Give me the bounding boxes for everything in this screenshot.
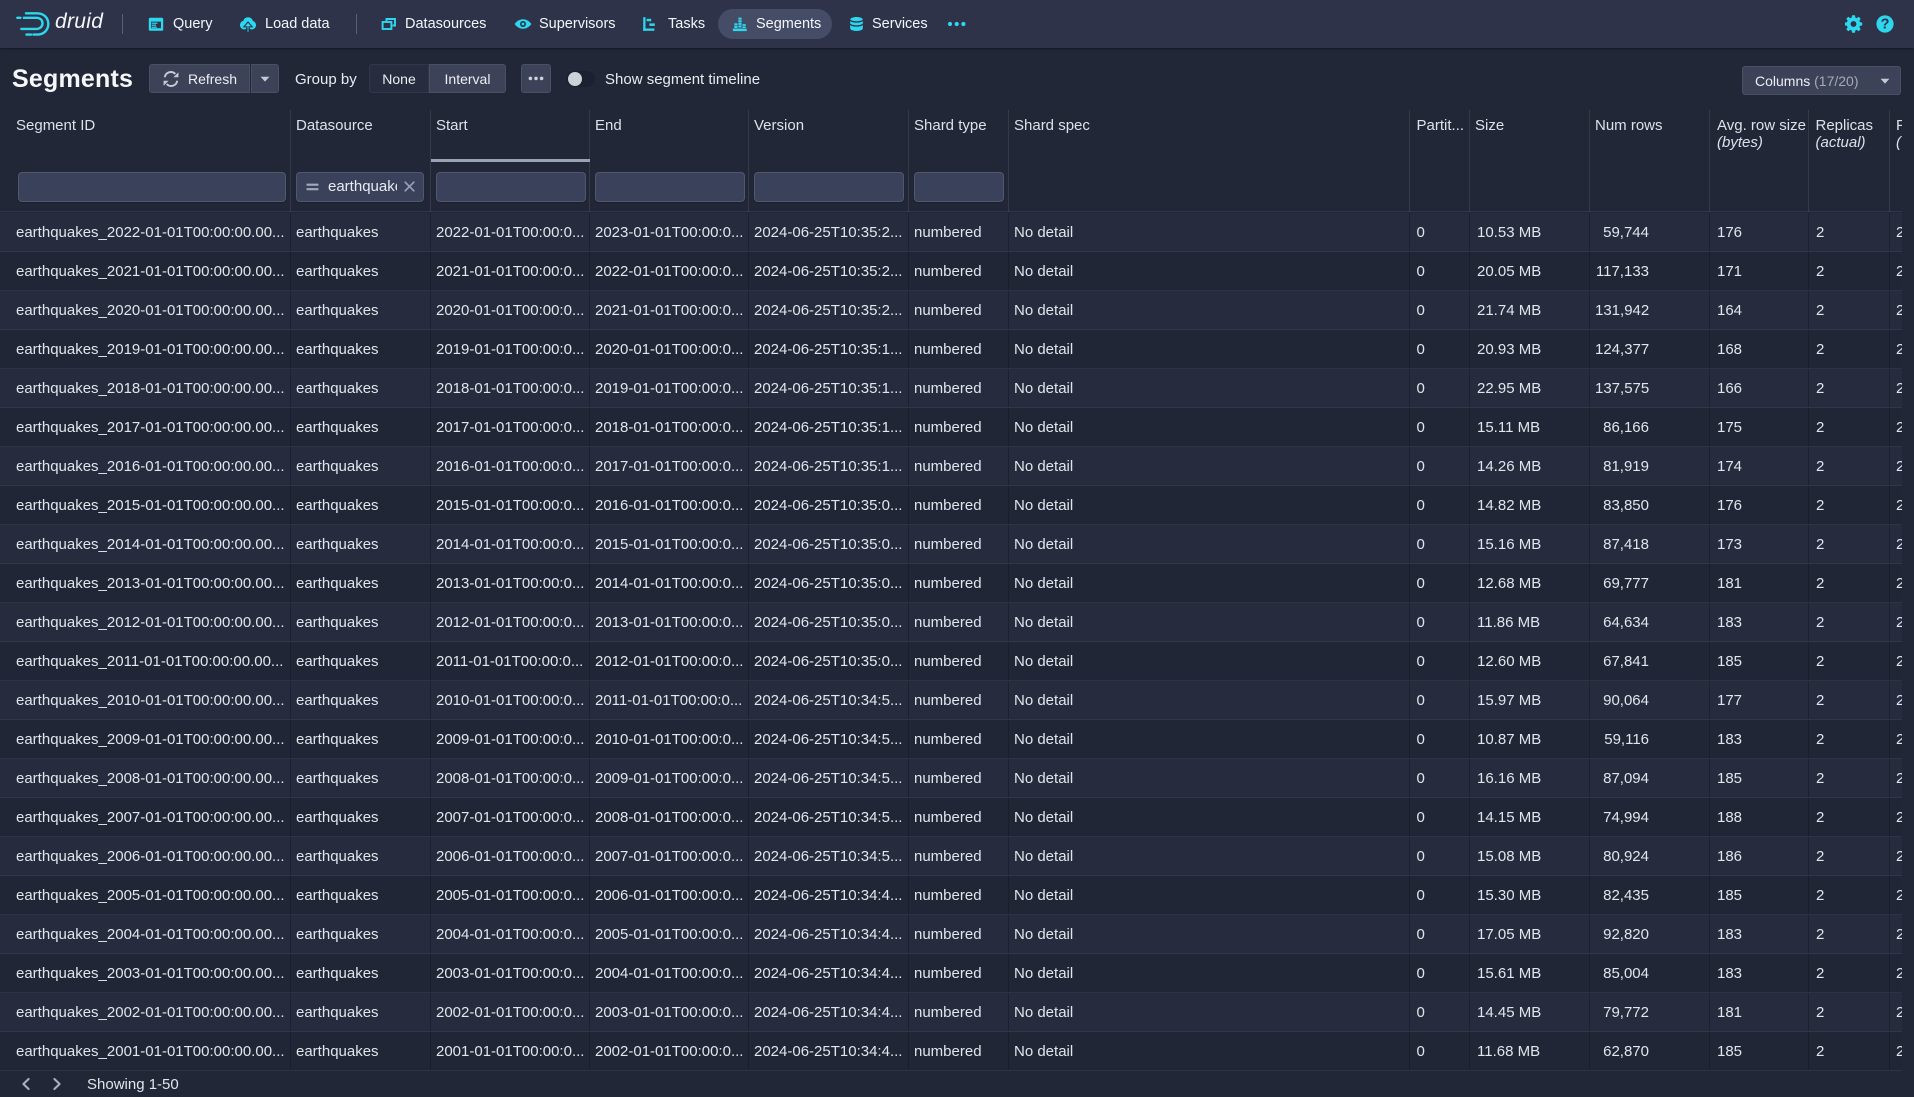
svg-text:?: ? [1881,16,1890,32]
